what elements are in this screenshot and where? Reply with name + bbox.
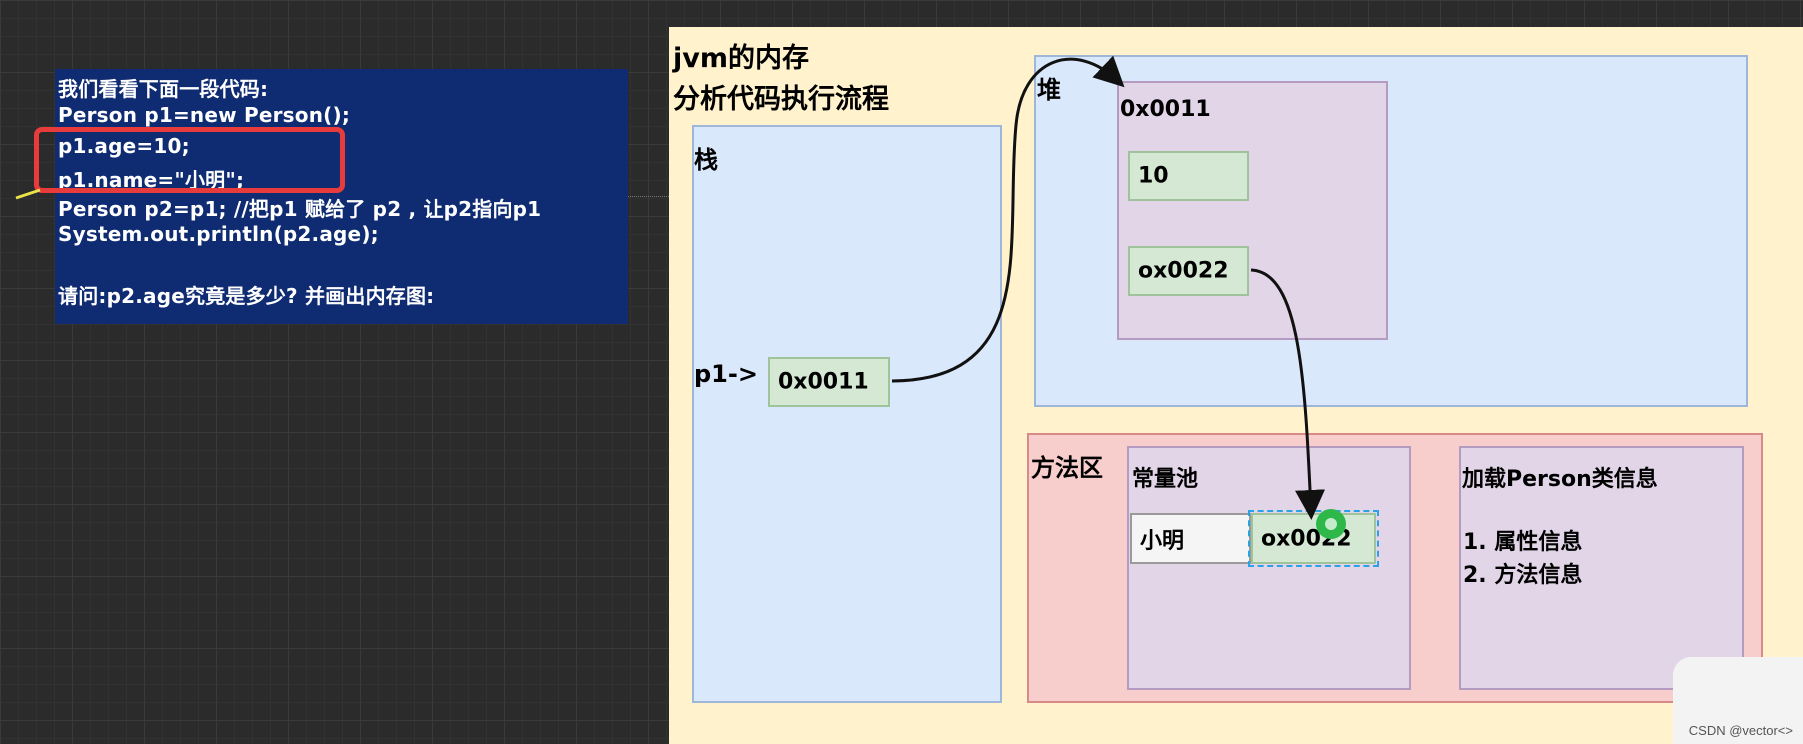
csdn-watermark: CSDN @vector<>	[1688, 723, 1793, 738]
p1-to-heap-arrow	[891, 55, 1125, 383]
move-cursor-icon	[1316, 509, 1346, 539]
reference-arrows	[15, 55, 1326, 520]
yellow-pointer-arrow	[15, 188, 41, 200]
nameref-to-constant-arrow	[1250, 268, 1326, 520]
